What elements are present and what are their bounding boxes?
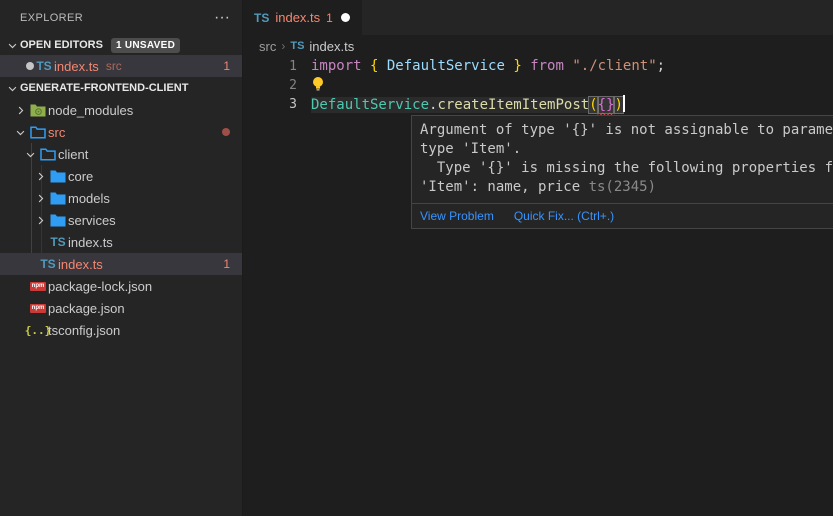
tree-item-client[interactable]: client <box>0 143 242 165</box>
tree-item-src[interactable]: src <box>0 121 242 143</box>
folder-error-dot <box>222 128 230 136</box>
error-squiggle: {} <box>598 97 615 113</box>
unsaved-dot-icon[interactable] <box>341 13 350 22</box>
tree-item-src-index-ts[interactable]: TS index.ts 1 <box>0 253 242 275</box>
open-editor-filename: index.ts <box>54 59 99 74</box>
chevron-right-icon <box>32 215 48 226</box>
breadcrumb-folder[interactable]: src <box>259 39 276 54</box>
line-number: 2 <box>244 76 297 95</box>
folder-open-icon <box>28 126 48 139</box>
error-hover-tooltip: Argument of type '{}' is not assignable … <box>411 115 833 229</box>
npm-icon: npm <box>28 304 48 313</box>
file-tree: node_modules src <box>0 99 242 341</box>
folder-icon <box>48 192 68 205</box>
chevron-down-icon <box>4 83 20 94</box>
tree-item-core[interactable]: core <box>0 165 242 187</box>
open-editors-section-header[interactable]: OPEN EDITORS 1 UNSAVED <box>0 35 242 55</box>
explorer-header: EXPLORER ··· <box>0 0 242 35</box>
chevron-right-icon <box>12 105 28 116</box>
breadcrumb: src › TS index.ts <box>244 35 833 57</box>
typescript-icon: TS <box>48 235 68 249</box>
typescript-icon: TS <box>34 59 54 73</box>
error-code: ts(2345) <box>589 179 656 195</box>
explorer-title: EXPLORER <box>20 12 83 24</box>
chevron-down-icon <box>4 40 20 51</box>
code-line-1: 1 import { DefaultService } from "./clie… <box>244 57 833 76</box>
tab-index-ts[interactable]: TS index.ts 1 <box>244 0 362 35</box>
tree-item-node-modules[interactable]: node_modules <box>0 99 242 121</box>
vscode-window: EXPLORER ··· OPEN EDITORS 1 UNSAVED TS i… <box>0 0 833 516</box>
tree-item-models[interactable]: models <box>0 187 242 209</box>
chevron-right-icon: › <box>281 39 285 53</box>
workspace-section-header[interactable]: GENERATE-FRONTEND-CLIENT <box>0 77 242 99</box>
tab-strip: TS index.ts 1 <box>244 0 833 35</box>
error-message: Argument of type '{}' is not assignable … <box>412 116 833 203</box>
unsaved-badge: 1 UNSAVED <box>111 38 180 53</box>
workspace-label: GENERATE-FRONTEND-CLIENT <box>20 82 188 94</box>
hover-actions: View Problem Quick Fix... (Ctrl+.) <box>412 203 833 228</box>
line-number: 3 <box>244 95 297 114</box>
code-line-3: 3 DefaultService.createItemItemPost({}) <box>244 95 833 114</box>
open-editors-label: OPEN EDITORS <box>20 39 103 51</box>
quick-fix-link[interactable]: Quick Fix... (Ctrl+.) <box>514 209 614 223</box>
error-count-badge: 1 <box>223 59 230 73</box>
chevron-right-icon <box>32 171 48 182</box>
modified-dot-icon <box>26 62 34 70</box>
tree-item-package-json[interactable]: npm package.json <box>0 297 242 319</box>
npm-icon: npm <box>28 282 48 291</box>
breadcrumb-file[interactable]: index.ts <box>309 39 354 54</box>
chevron-right-icon <box>32 193 48 204</box>
typescript-icon: TS <box>254 11 269 25</box>
view-problem-link[interactable]: View Problem <box>420 209 494 223</box>
typescript-icon: TS <box>290 40 304 52</box>
tab-error-count: 1 <box>326 11 333 25</box>
error-count-badge: 1 <box>223 257 230 271</box>
folder-icon <box>48 214 68 227</box>
chevron-down-icon <box>22 149 38 160</box>
tab-filename: index.ts <box>275 10 320 25</box>
text-cursor <box>623 95 625 112</box>
code-area[interactable]: 1 import { DefaultService } from "./clie… <box>244 57 833 114</box>
explorer-sidebar: EXPLORER ··· OPEN EDITORS 1 UNSAVED TS i… <box>0 0 243 516</box>
editor-group: TS index.ts 1 src › TS index.ts 1 import… <box>244 0 833 516</box>
code-line-2: 2 <box>244 76 833 95</box>
folder-open-icon <box>38 148 58 161</box>
tree-item-services[interactable]: services <box>0 209 242 231</box>
tree-item-tsconfig-json[interactable]: {..} tsconfig.json <box>0 319 242 341</box>
open-editor-item-index-ts[interactable]: TS index.ts src 1 <box>0 55 242 77</box>
json-config-icon: {..} <box>28 324 48 337</box>
open-editor-path-description: src <box>106 59 122 73</box>
tree-item-package-lock-json[interactable]: npm package-lock.json <box>0 275 242 297</box>
more-actions-icon[interactable]: ··· <box>214 10 230 26</box>
npm-folder-icon <box>28 104 48 117</box>
folder-icon <box>48 170 68 183</box>
typescript-icon: TS <box>38 257 58 271</box>
chevron-down-icon <box>12 127 28 138</box>
tree-item-client-index-ts[interactable]: TS index.ts <box>0 231 242 253</box>
line-number: 1 <box>244 57 297 76</box>
